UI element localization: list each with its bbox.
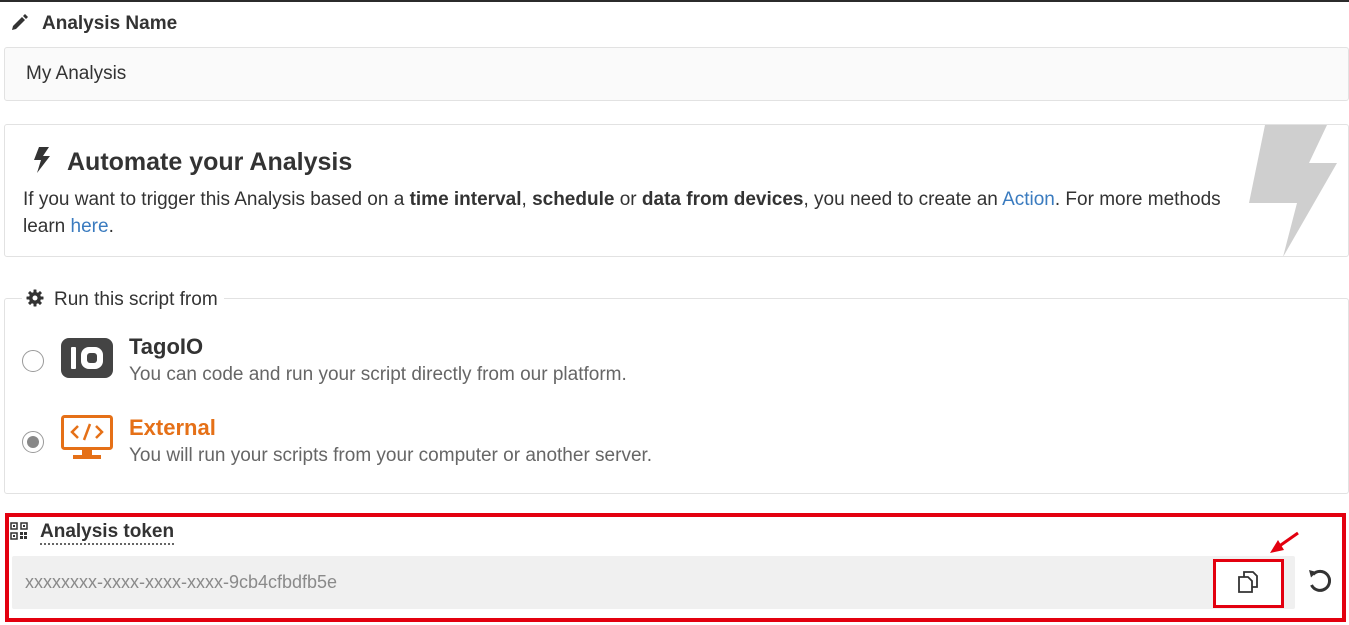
here-link[interactable]: here: [71, 216, 109, 237]
option-tagoio[interactable]: TagoIO You can code and run your script …: [22, 334, 627, 390]
external-description: You will run your scripts from your comp…: [129, 445, 653, 466]
refresh-button[interactable]: [1300, 562, 1340, 604]
refresh-icon: [1307, 568, 1333, 599]
automate-header: Automate your Analysis: [33, 147, 352, 178]
run-from-title: Run this script from: [54, 289, 218, 310]
qr-code-icon: [10, 521, 28, 545]
radio-tagoio[interactable]: [22, 350, 44, 372]
tagoio-title: TagoIO: [129, 334, 204, 359]
pointer-arrow: [1266, 530, 1300, 561]
copy-button[interactable]: [1213, 559, 1284, 608]
external-monitor-icon: [61, 415, 113, 461]
tagoio-description: You can code and run your script directl…: [129, 364, 627, 385]
pencil-icon: [10, 12, 30, 37]
option-external[interactable]: External You will run your scripts from …: [22, 415, 652, 471]
external-title: External: [129, 415, 216, 440]
radio-external[interactable]: [22, 431, 44, 453]
token-input[interactable]: xxxxxxxx-xxxx-xxxx-xxxx-9cb4cfbdfb5e: [12, 556, 1295, 609]
automate-title: Automate your Analysis: [67, 148, 353, 176]
bolt-icon: [33, 147, 51, 178]
tagoio-logo-icon: [61, 334, 113, 380]
analysis-name-value: My Analysis: [26, 63, 127, 84]
token-label: Analysis token: [40, 521, 175, 545]
automate-card: Automate your Analysis If you want to tr…: [4, 124, 1349, 257]
token-value: xxxxxxxx-xxxx-xxxx-xxxx-9cb4cfbdfb5e: [25, 572, 338, 592]
top-border: [0, 0, 1349, 2]
copy-icon: [1235, 567, 1263, 600]
large-bolt-icon: [1245, 125, 1345, 256]
automate-description: If you want to trigger this Analysis bas…: [23, 189, 1221, 237]
action-link[interactable]: Action: [1002, 189, 1055, 210]
analysis-name-label: Analysis Name: [42, 13, 178, 34]
token-header: Analysis token: [10, 521, 175, 545]
run-from-legend: Run this script from: [22, 288, 224, 312]
analysis-name-header: Analysis Name: [10, 12, 177, 36]
analysis-name-input[interactable]: My Analysis: [4, 47, 1349, 101]
gear-icon: [26, 289, 44, 312]
